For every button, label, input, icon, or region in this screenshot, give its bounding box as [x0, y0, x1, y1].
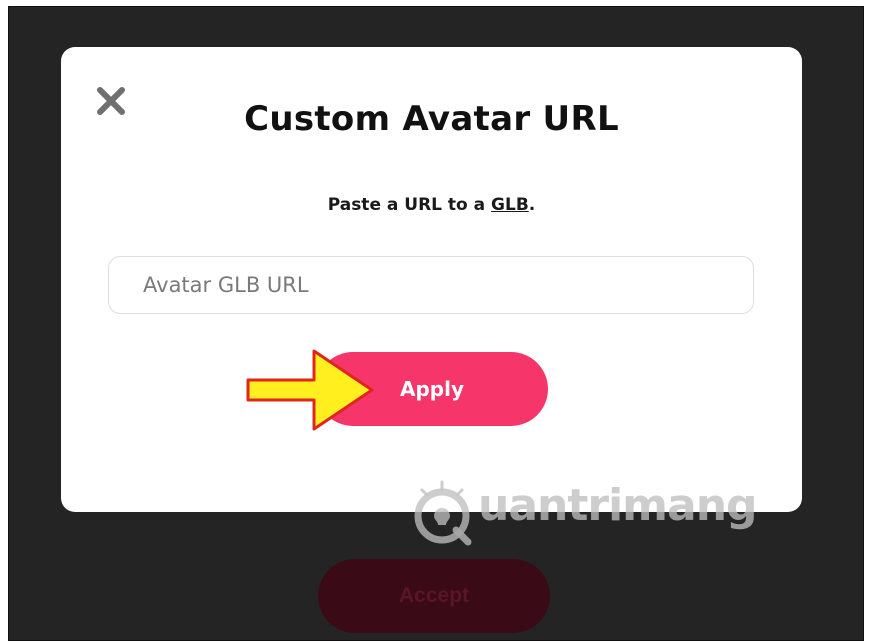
screenshot-stage: Accept Custom Avatar URL Paste a URL to … — [0, 0, 870, 643]
dialog-title: Custom Avatar URL — [244, 99, 619, 139]
subtitle-suffix: . — [528, 195, 536, 215]
apply-button[interactable]: Apply — [316, 352, 548, 426]
dialog-subtitle: Paste a URL to a GLB. — [61, 195, 802, 215]
glb-link[interactable]: GLB — [491, 195, 529, 215]
avatar-glb-url-input[interactable] — [108, 256, 754, 314]
custom-avatar-url-dialog: Custom Avatar URL Paste a URL to a GLB. … — [61, 47, 802, 512]
accept-button: Accept — [318, 559, 550, 633]
subtitle-prefix: Paste a URL to a — [327, 195, 492, 215]
